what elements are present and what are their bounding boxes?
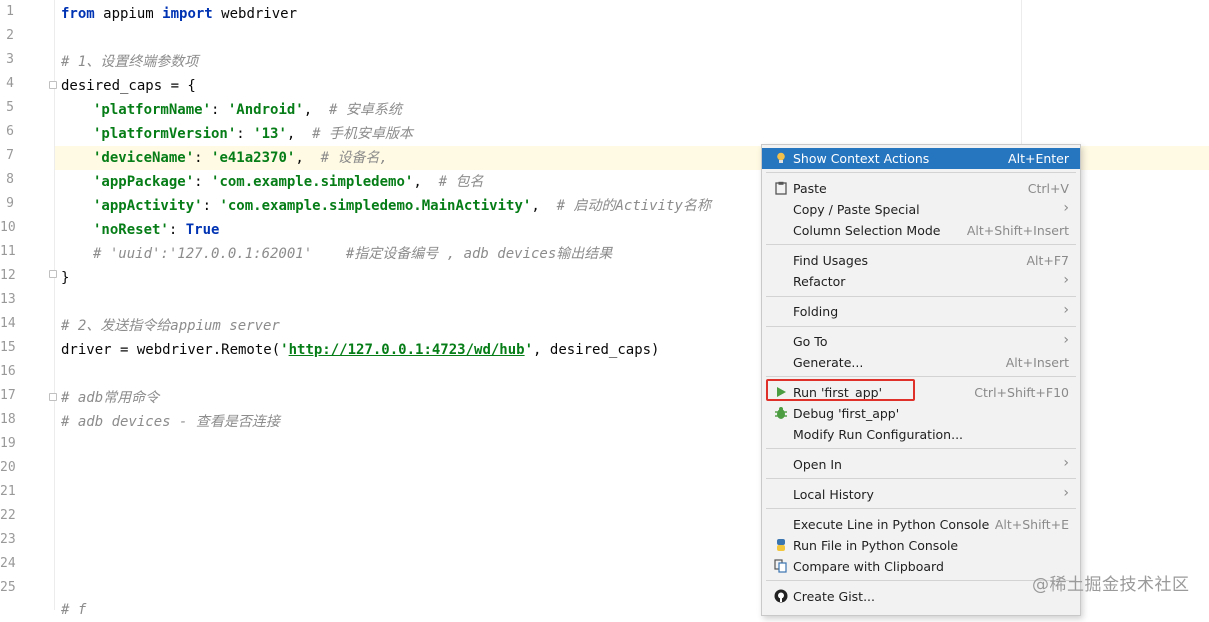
python-icon [774,538,788,552]
menu-item-folding[interactable]: Folding › [762,301,1080,322]
submenu-arrow-icon: › [1063,200,1069,216]
fold-marker[interactable] [49,270,57,278]
code-line-17: # adb常用命令 [61,390,160,406]
line-number: 16 [0,364,16,379]
code-line-1: from appium import webdriver [61,6,298,22]
code-line-11: # 'uuid':'127.0.0.1:62001' #指定设备编号 , adb… [93,246,613,262]
code-line-8: 'appPackage': 'com.example.simpledemo', … [93,174,484,190]
debug-bug-icon [774,406,788,420]
compare-icon [774,559,788,573]
line-number: 11 [0,244,16,259]
line-number: 17 [0,388,16,403]
menu-item-modify-run-configuration[interactable]: Modify Run Configuration... [762,424,1080,445]
code-line-7: 'deviceName': 'e41a2370', # 设备名, [93,150,388,166]
line-number: 8 [6,172,14,187]
menu-separator [766,508,1076,509]
code-line-6: 'platformVersion': '13', # 手机安卓版本 [93,126,414,142]
line-number: 24 [0,556,16,571]
menu-item-refactor[interactable]: Refactor › [762,271,1080,292]
code-line-14: # 2、发送指令给appium server [61,318,280,334]
menu-item-generate[interactable]: Generate... Alt+Insert [762,352,1080,373]
line-number: 20 [0,460,16,475]
menu-item-go-to[interactable]: Go To › [762,331,1080,352]
line-number: 6 [6,124,14,139]
line-number: 5 [6,100,14,115]
code-line-4: desired_caps = { [61,78,196,94]
line-number: 10 [0,220,16,235]
menu-separator [766,326,1076,327]
menu-item-show-context-actions[interactable]: Show Context Actions Alt+Enter [762,148,1080,169]
line-number: 25 [0,580,16,595]
line-number: 1 [6,4,14,19]
code-line-3: # 1、设置终端参数项 [61,54,199,70]
code-line-26: # f [61,602,87,618]
menu-item-local-history[interactable]: Local History › [762,484,1080,505]
menu-item-column-selection-mode[interactable]: Column Selection Mode Alt+Shift+Insert [762,220,1080,241]
line-number: 2 [6,28,14,43]
bulb-icon [774,151,788,165]
menu-separator [766,376,1076,377]
menu-item-copy-paste-special[interactable]: Copy / Paste Special › [762,199,1080,220]
line-number: 7 [6,148,14,163]
code-line-10: 'noReset': True [93,222,220,238]
line-number: 15 [0,340,16,355]
menu-separator [766,296,1076,297]
line-number: 14 [0,316,16,331]
run-item-annotation-box [766,379,915,401]
menu-item-debug-first-app[interactable]: Debug 'first_app' [762,403,1080,424]
line-number: 9 [6,196,14,211]
line-number: 3 [6,52,14,67]
code-line-18: # adb devices - 查看是否连接 [61,414,280,430]
menu-separator [766,478,1076,479]
line-number: 21 [0,484,16,499]
submenu-arrow-icon: › [1063,485,1069,501]
code-line-9: 'appActivity': 'com.example.simpledemo.M… [93,198,711,214]
menu-item-execute-line-python-console[interactable]: Execute Line in Python Console Alt+Shift+… [762,514,1080,535]
menu-separator [766,172,1076,173]
line-number: 19 [0,436,16,451]
code-line-15: driver = webdriver.Remote('http://127.0.… [61,342,660,358]
menu-item-run-file-python-console[interactable]: Run File in Python Console [762,535,1080,556]
code-line-12: } [61,270,70,286]
menu-separator [766,244,1076,245]
submenu-arrow-icon: › [1063,272,1069,288]
line-number: 12 [0,268,16,283]
submenu-arrow-icon: › [1063,332,1069,348]
line-number: 13 [0,292,16,307]
line-number: 22 [0,508,16,523]
menu-separator [766,580,1076,581]
fold-marker[interactable] [49,393,57,401]
clipboard-icon [774,181,788,195]
submenu-arrow-icon: › [1063,455,1069,471]
code-line-5: 'platformName': 'Android', # 安卓系统 [93,102,402,118]
watermark: @稀土掘金技术社区 [1032,575,1190,595]
fold-marker[interactable] [49,81,57,89]
hub-url-link[interactable]: http://127.0.0.1:4723/wd/hub [289,342,525,358]
submenu-arrow-icon: › [1063,302,1069,318]
github-icon [774,589,788,603]
menu-item-paste[interactable]: Paste Ctrl+V [762,178,1080,199]
menu-separator [766,448,1076,449]
line-number: 23 [0,532,16,547]
line-number: 18 [0,412,16,427]
menu-item-open-in[interactable]: Open In › [762,454,1080,475]
menu-item-find-usages[interactable]: Find Usages Alt+F7 [762,250,1080,271]
line-number: 4 [6,76,14,91]
